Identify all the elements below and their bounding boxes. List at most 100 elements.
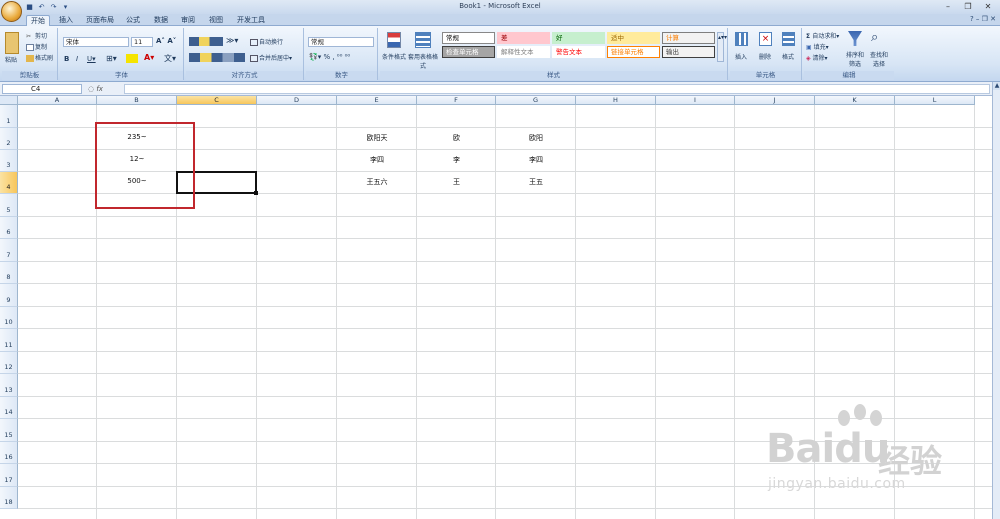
- delete-cells-icon[interactable]: ×: [759, 32, 772, 46]
- sort-filter-icon[interactable]: [848, 31, 862, 46]
- cell-style-1[interactable]: 常规: [442, 32, 495, 44]
- row-header-2[interactable]: 2: [0, 128, 18, 150]
- formula-input[interactable]: [124, 84, 990, 94]
- horizontal-align-icons[interactable]: [189, 53, 245, 62]
- tab-developer[interactable]: 开发工具: [233, 15, 269, 26]
- column-header-G[interactable]: G: [496, 96, 576, 105]
- tab-view[interactable]: 视图: [205, 15, 227, 26]
- paste-icon[interactable]: [5, 32, 19, 54]
- fill-color-icon[interactable]: [126, 54, 138, 63]
- close-button[interactable]: ✕: [978, 1, 998, 12]
- column-header-F[interactable]: F: [417, 96, 496, 105]
- cell-G4[interactable]: 王五: [496, 177, 576, 187]
- gallery-scroll-icon[interactable]: ▴▾▾: [717, 32, 727, 62]
- fill-handle[interactable]: [254, 191, 258, 195]
- conditional-format-button[interactable]: 条件格式: [381, 52, 407, 61]
- row-header-5[interactable]: 5: [0, 194, 18, 217]
- column-header-A[interactable]: A: [18, 96, 97, 105]
- row-header-14[interactable]: 14: [0, 397, 18, 419]
- cell-G3[interactable]: 李四: [496, 155, 576, 165]
- cell-style-7[interactable]: 解释性文本: [497, 46, 550, 58]
- delete-cells-button[interactable]: 删除: [759, 52, 771, 61]
- column-header-C[interactable]: C: [177, 96, 257, 105]
- find-select-button[interactable]: 查找和选择: [868, 50, 890, 68]
- table-format-icon[interactable]: [415, 32, 431, 48]
- select-all-corner[interactable]: [0, 96, 18, 105]
- conditional-format-icon[interactable]: [387, 32, 401, 48]
- autosum-button[interactable]: Σ 自动求和▾: [806, 31, 839, 40]
- tab-review[interactable]: 审阅: [177, 15, 199, 26]
- name-box[interactable]: C4: [2, 84, 82, 94]
- column-header-D[interactable]: D: [257, 96, 337, 105]
- row-header-10[interactable]: 10: [0, 307, 18, 329]
- row-header-17[interactable]: 17: [0, 464, 18, 487]
- minimize-button[interactable]: –: [938, 1, 958, 12]
- row-header-3[interactable]: 3: [0, 150, 18, 172]
- font-size-combo[interactable]: 11: [131, 37, 153, 47]
- tab-data[interactable]: 数据: [150, 15, 172, 26]
- insert-cells-button[interactable]: 插入: [735, 52, 747, 61]
- tab-page-layout[interactable]: 页面布局: [82, 15, 118, 26]
- row-header-4[interactable]: 4: [0, 172, 18, 194]
- cell-F3[interactable]: 李: [417, 155, 496, 165]
- cell-F4[interactable]: 王: [417, 177, 496, 187]
- scroll-up-icon[interactable]: ▲: [993, 82, 1000, 90]
- phonetic-icon[interactable]: 文▾: [164, 53, 176, 64]
- insert-cells-icon[interactable]: [735, 32, 748, 46]
- cell-G2[interactable]: 欧阳: [496, 133, 576, 143]
- row-header-13[interactable]: 13: [0, 374, 18, 397]
- column-header-K[interactable]: K: [815, 96, 895, 105]
- row-header-11[interactable]: 11: [0, 329, 18, 352]
- cell-E3[interactable]: 李四: [337, 155, 417, 165]
- cell-E4[interactable]: 王五六: [337, 177, 417, 187]
- column-header-I[interactable]: I: [656, 96, 735, 105]
- vertical-scrollbar[interactable]: ▲: [992, 82, 1000, 519]
- borders-icon[interactable]: ⊞▾: [106, 54, 117, 63]
- column-header-B[interactable]: B: [97, 96, 177, 105]
- tab-insert[interactable]: 插入: [55, 15, 77, 26]
- clear-button[interactable]: ◈ 清除▾: [806, 53, 828, 62]
- paste-button[interactable]: 粘贴: [5, 55, 17, 64]
- number-format-combo[interactable]: 常规: [308, 37, 374, 47]
- row-header-9[interactable]: 9: [0, 284, 18, 307]
- column-header-J[interactable]: J: [735, 96, 815, 105]
- cell-E2[interactable]: 欧阳天: [337, 133, 417, 143]
- font-color-icon[interactable]: A▾: [144, 53, 154, 62]
- row-header-16[interactable]: 16: [0, 442, 18, 464]
- fill-button[interactable]: ▣ 填充▾: [806, 42, 829, 51]
- row-header-15[interactable]: 15: [0, 419, 18, 442]
- bold-button[interactable]: B: [64, 55, 69, 63]
- row-header-18[interactable]: 18: [0, 487, 18, 509]
- tab-formulas[interactable]: 公式: [122, 15, 144, 26]
- help-icon[interactable]: ? – ❐ ✕: [970, 15, 996, 23]
- format-painter-button[interactable]: 格式刷: [26, 53, 53, 62]
- italic-button[interactable]: I: [76, 55, 78, 63]
- cell-style-4[interactable]: 适中: [607, 32, 660, 44]
- cell-F2[interactable]: 欧: [417, 133, 496, 143]
- row-header-8[interactable]: 8: [0, 262, 18, 284]
- column-header-E[interactable]: E: [337, 96, 417, 105]
- row-header-7[interactable]: 7: [0, 239, 18, 262]
- vertical-align-icons[interactable]: [189, 37, 223, 46]
- cell-style-10[interactable]: 输出: [662, 46, 715, 58]
- cell-style-8[interactable]: 警告文本: [552, 46, 605, 58]
- copy-button[interactable]: 复制: [26, 42, 47, 51]
- cell-style-6[interactable]: 检查单元格: [442, 46, 495, 58]
- column-header-H[interactable]: H: [576, 96, 656, 105]
- office-button[interactable]: [1, 1, 22, 22]
- format-cells-button[interactable]: 格式: [782, 52, 794, 61]
- column-header-L[interactable]: L: [895, 96, 975, 105]
- row-header-6[interactable]: 6: [0, 217, 18, 239]
- cell-style-3[interactable]: 好: [552, 32, 605, 44]
- font-name-combo[interactable]: 宋体: [63, 37, 129, 47]
- cell-style-5[interactable]: 计算: [662, 32, 715, 44]
- merge-center-button[interactable]: 合并后居中▾: [250, 53, 292, 62]
- grow-font-button[interactable]: A˄ A˅: [156, 37, 176, 45]
- row-header-1[interactable]: 1: [0, 105, 18, 128]
- accounting-icons[interactable]: 💱▾ % , ⁰⁰ ⁰⁰: [309, 53, 350, 61]
- format-cells-icon[interactable]: [782, 32, 795, 46]
- restore-button[interactable]: ❐: [958, 1, 978, 12]
- tab-home[interactable]: 开始: [26, 15, 50, 26]
- row-header-12[interactable]: 12: [0, 352, 18, 374]
- orientation-icon[interactable]: ≫▾: [226, 36, 238, 45]
